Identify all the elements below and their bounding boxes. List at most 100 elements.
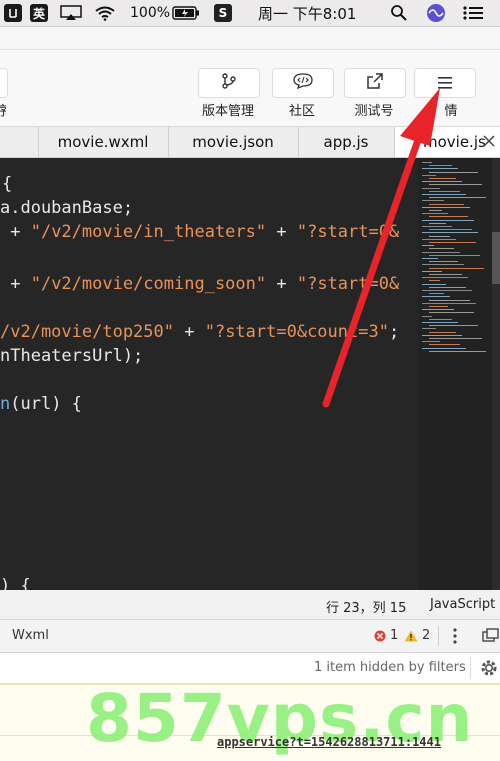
minimap-line	[429, 222, 446, 224]
minimap-line	[422, 341, 440, 343]
more-options-icon[interactable]	[452, 628, 458, 648]
code-token: "?start=0&	[296, 222, 400, 242]
tab-movie-wxml[interactable]: movie.wxml	[38, 127, 169, 157]
minimap-line	[429, 306, 448, 307]
branch-icon	[221, 73, 237, 93]
test-account-button[interactable]	[344, 68, 406, 98]
error-counter[interactable]: 1	[374, 628, 398, 643]
code-token: nTheatersUrl);	[0, 346, 144, 366]
minimap-line	[429, 299, 470, 301]
tab-partial[interactable]	[0, 127, 39, 157]
minimap-line	[422, 206, 470, 208]
spotlight-search-icon[interactable]	[390, 3, 408, 23]
code-token: +	[0, 274, 31, 294]
minimap-line	[429, 338, 482, 339]
minimap-line	[429, 171, 478, 173]
tab-app-js[interactable]: app.js	[298, 127, 394, 157]
app-icon[interactable]	[4, 3, 22, 23]
notification-center-icon[interactable]	[462, 3, 484, 23]
editor-scroll-thumb[interactable]	[492, 232, 500, 284]
minimap-line	[422, 187, 440, 189]
tab-wxml[interactable]: Wxml	[12, 628, 49, 643]
minimap-line	[429, 254, 480, 256]
console-settings-gear-icon[interactable]	[480, 659, 498, 681]
minimap-line	[429, 184, 482, 186]
community-label: 社区	[288, 104, 315, 119]
minimap-line	[422, 258, 438, 259]
filter-divider	[470, 657, 471, 679]
minimap-line	[429, 216, 468, 218]
input-method-icon[interactable]: 英	[30, 3, 48, 23]
minimap-line	[422, 232, 478, 234]
community-button[interactable]	[272, 68, 334, 98]
source-link[interactable]: appservice?t=1542628813711:1441	[217, 735, 441, 749]
code-token: n	[0, 394, 11, 414]
sogou-icon[interactable]: S	[214, 3, 232, 23]
code-token: /v2/movie/top250"	[0, 322, 174, 342]
minimap-line	[422, 315, 432, 317]
code-token: (url) {	[10, 394, 82, 414]
minimap-line	[429, 280, 440, 282]
minimap-line	[429, 318, 452, 320]
minimap-line	[422, 290, 472, 291]
clock[interactable]: 周一 下午8:01	[258, 3, 356, 23]
code-line: {	[2, 172, 12, 196]
cursor-position[interactable]: 行 23，列 15	[326, 597, 406, 616]
partial-toolbar-button[interactable]	[0, 68, 8, 98]
code-token: ;	[388, 322, 400, 342]
code-token: a.doubanBase;	[0, 198, 134, 218]
version-control-button[interactable]	[198, 68, 260, 98]
minimap-line	[422, 270, 442, 272]
minimap-line	[422, 226, 452, 227]
airplay-icon[interactable]	[60, 3, 82, 23]
minimap-line	[422, 251, 460, 253]
hidden-items-info: 1 item hidden by filters	[314, 660, 466, 675]
language-mode[interactable]: JavaScript	[430, 597, 495, 612]
minimap-line	[422, 245, 434, 247]
minimap-line	[422, 181, 462, 183]
tab-movie-json[interactable]: movie.json	[168, 127, 299, 157]
minimap-line	[422, 309, 454, 311]
external-link-icon	[367, 73, 383, 93]
code-line: nTheatersUrl);	[0, 344, 143, 368]
minimap-line	[429, 197, 486, 199]
undock-panel-icon[interactable]	[482, 628, 500, 646]
code-token: +	[266, 274, 297, 294]
minimap-line	[422, 328, 436, 330]
code-token: "?start=0&	[296, 274, 400, 294]
warning-counter[interactable]: 2	[404, 628, 430, 643]
mac-menubar: 英 100% S 周一 下午8:01	[0, 0, 500, 27]
editor-scrollbar[interactable]	[492, 158, 500, 590]
minimap-line	[422, 194, 466, 195]
minimap-line	[429, 165, 452, 167]
minimap-line	[422, 347, 466, 349]
code-minimap[interactable]	[418, 158, 492, 590]
minimap-line	[429, 325, 478, 327]
siri-icon[interactable]	[426, 3, 446, 23]
wifi-icon[interactable]	[94, 3, 116, 23]
minimap-line	[422, 219, 474, 221]
details-label: 情	[444, 104, 458, 119]
close-tab-icon[interactable]	[483, 133, 495, 151]
code-line: + "/v2/movie/in_theaters" + "?start=0&	[0, 220, 399, 244]
minimap-line	[422, 162, 432, 163]
battery-icon[interactable]	[172, 3, 200, 23]
details-button[interactable]	[414, 68, 476, 98]
minimap-line	[422, 213, 448, 215]
chat-icon	[292, 73, 314, 93]
minimap-line	[429, 178, 456, 179]
tab-movie-js[interactable]: movie.js	[394, 127, 500, 157]
minimap-line	[422, 238, 456, 240]
code-editor[interactable]: {a.doubanBase; + "/v2/movie/in_theaters"…	[0, 158, 500, 590]
minimap-line	[429, 312, 474, 314]
code-token: "/v2/movie/coming_soon"	[30, 274, 267, 294]
minimap-line	[422, 277, 468, 279]
header-divider	[438, 626, 439, 646]
minimap-line	[422, 174, 436, 176]
code-line: n(url) {	[0, 392, 82, 416]
file-tabs: movie.wxml movie.json app.js movie.js	[0, 127, 500, 158]
code-token: +	[174, 322, 205, 342]
code-token: "/v2/movie/in_theaters"	[30, 222, 267, 242]
test-account-label: 测试号	[354, 104, 394, 119]
code-line: a.doubanBase;	[0, 196, 133, 220]
